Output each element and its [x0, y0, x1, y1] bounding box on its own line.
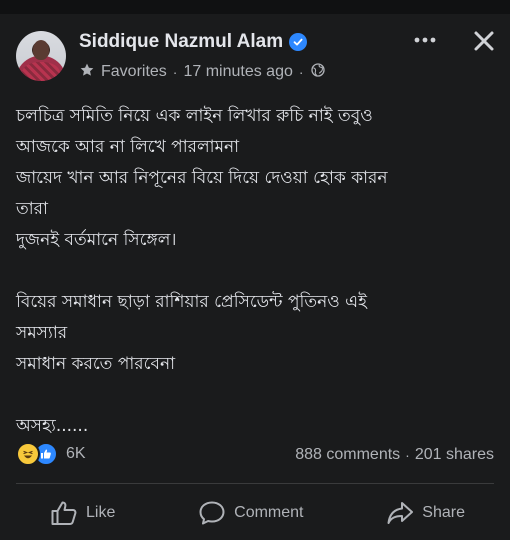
close-icon	[474, 31, 494, 51]
author-row: Siddique Nazmul Alam	[79, 30, 308, 54]
post-text: চলচিত্র সমিতি নিয়ে এক লাইন লিখার রুচি ন…	[16, 101, 496, 442]
avatar-face	[33, 40, 49, 60]
post-text-line: আজকে আর না লিখে পারলামনা	[16, 137, 240, 157]
action-bar: Like Comment Share	[0, 495, 510, 531]
post-text-line: তারা	[16, 199, 48, 219]
avatar[interactable]	[16, 31, 66, 81]
divider	[16, 483, 494, 484]
stats-separator: ·	[405, 447, 410, 463]
comment-icon	[199, 501, 225, 525]
audience-label[interactable]: Favorites	[101, 63, 167, 81]
comment-button[interactable]: Comment	[198, 495, 304, 531]
post-text-line: বিয়ের সমাধান ছাড়া রাশিয়ার প্রেসিডেন্ট…	[16, 292, 367, 312]
close-button[interactable]	[469, 26, 499, 56]
post-text-line: দুজনই বর্তমানে সিঙ্গেল।	[16, 230, 177, 250]
like-button[interactable]: Like	[50, 495, 115, 531]
reaction-count: 6K	[66, 445, 86, 462]
more-icon	[414, 37, 436, 43]
author-name[interactable]: Siddique Nazmul Alam	[79, 31, 283, 53]
meta-separator-2: ·	[298, 64, 304, 80]
more-button[interactable]	[410, 28, 440, 52]
reactions-summary[interactable]: 6K	[16, 442, 86, 466]
comment-label: Comment	[234, 504, 304, 521]
share-label: Share	[422, 504, 465, 521]
share-icon	[387, 502, 414, 524]
haha-reaction-icon	[16, 442, 40, 466]
post-time[interactable]: 17 minutes ago	[183, 63, 292, 81]
avatar-shirt	[22, 62, 60, 81]
post-text-line: সমাধান করতে পারবেনা	[16, 354, 176, 374]
post-text-line: অসহ্য......	[16, 416, 89, 436]
post-stats: 888 comments · 201 shares	[295, 444, 494, 466]
like-label: Like	[86, 504, 116, 521]
share-button[interactable]: Share	[386, 495, 465, 531]
thumbs-up-icon	[51, 501, 77, 525]
verified-badge-icon	[289, 33, 308, 51]
comments-count[interactable]: 888 comments	[295, 446, 400, 464]
post-meta: Favorites · 17 minutes ago ·	[79, 61, 326, 83]
post-text-line: জায়েদ খান আর নিপূনের বিয়ে দিয়ে দেওয়া…	[16, 168, 388, 188]
post-text-line: চলচিত্র সমিতি নিয়ে এক লাইন লিখার রুচি ন…	[16, 106, 373, 126]
top-edge	[0, 0, 510, 14]
shares-count[interactable]: 201 shares	[415, 446, 494, 464]
globe-icon[interactable]	[310, 62, 326, 83]
star-icon	[79, 62, 95, 83]
meta-separator: ·	[172, 64, 178, 80]
post-text-line: সমস্যার	[16, 323, 68, 343]
